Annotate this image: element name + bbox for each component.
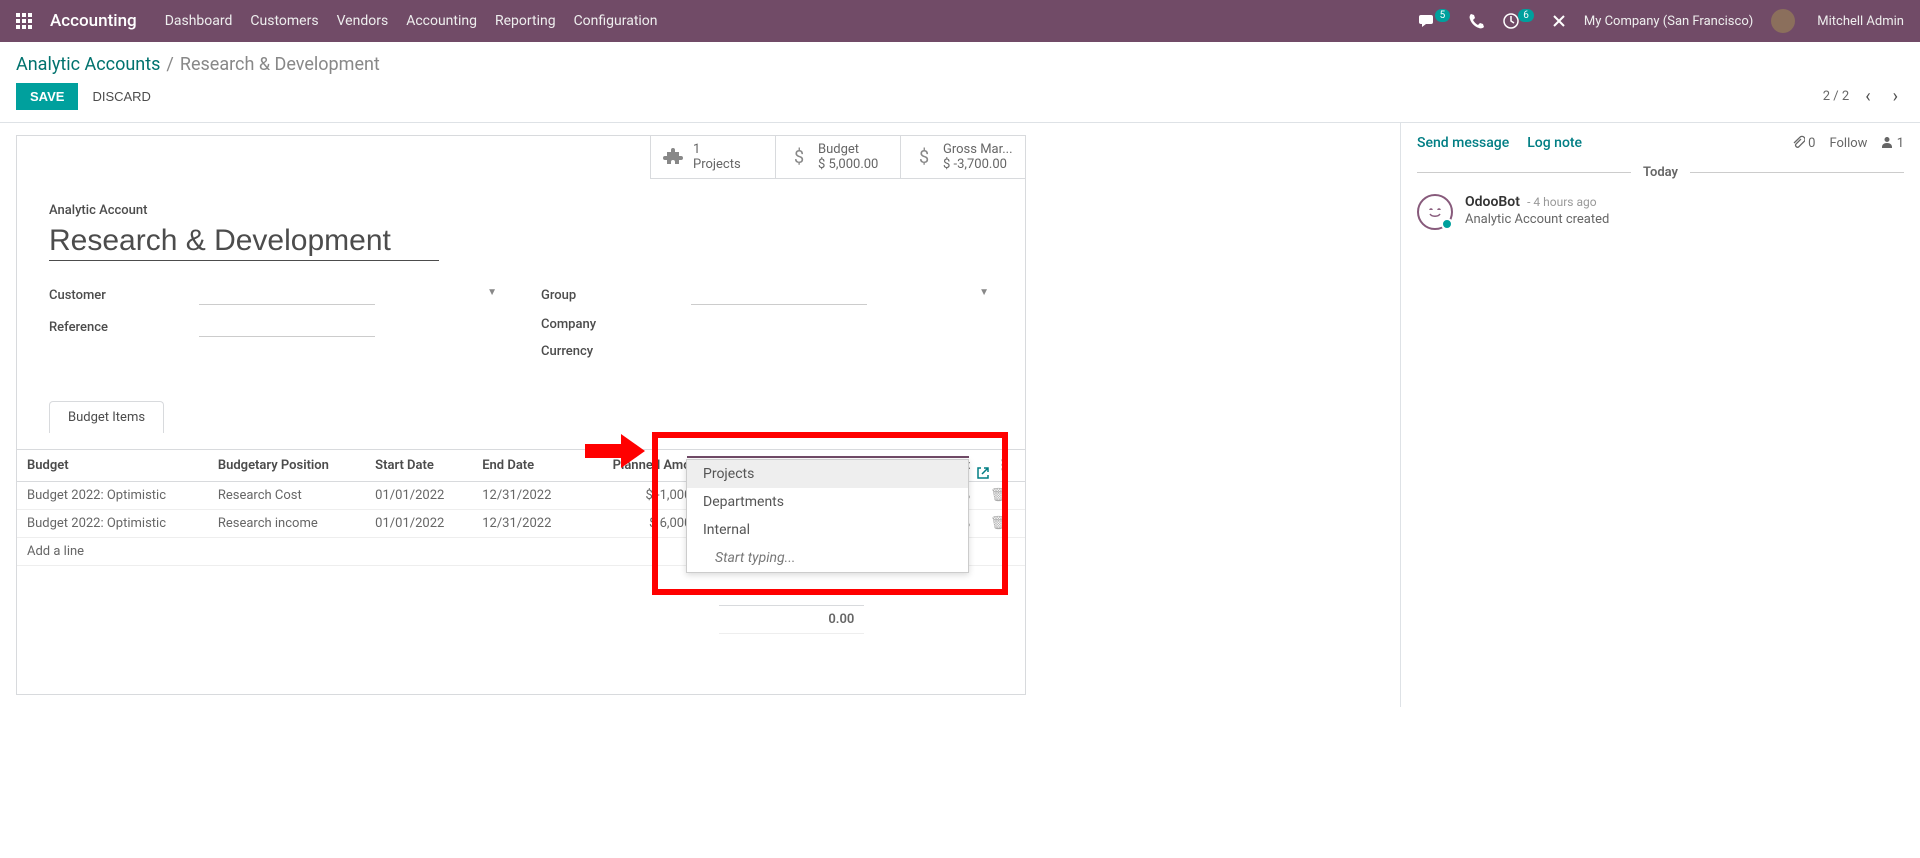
- stat-projects-label: Projects: [693, 157, 741, 172]
- stat-budget-label: Budget: [818, 142, 878, 157]
- attachment-icon[interactable]: 0: [1791, 135, 1816, 151]
- svg-text:$: $: [919, 147, 929, 168]
- follow-button[interactable]: Follow: [1829, 136, 1867, 151]
- nav-customers[interactable]: Customers: [250, 13, 318, 29]
- title-input[interactable]: [49, 222, 439, 261]
- puzzle-icon: [663, 146, 685, 168]
- breadcrumb-parent[interactable]: Analytic Accounts: [16, 54, 160, 75]
- chatter: Send message Log note 0 Follow 1 Today: [1400, 123, 1920, 707]
- follower-icon[interactable]: 1: [1881, 136, 1904, 151]
- messages-badge: 5: [1435, 9, 1451, 22]
- dropdown-item-projects[interactable]: Projects: [687, 460, 968, 488]
- tab-budget-items[interactable]: Budget Items: [49, 401, 164, 433]
- dollar-icon: $: [913, 146, 935, 168]
- col-position: Budgetary Position: [208, 450, 365, 482]
- title-label: Analytic Account: [49, 203, 993, 218]
- stat-projects[interactable]: 1 Projects: [650, 136, 775, 179]
- bot-avatar-icon: [1417, 194, 1453, 230]
- nav-dashboard[interactable]: Dashboard: [165, 13, 233, 29]
- dropdown-footer: Start typing...: [687, 544, 968, 572]
- stat-margin[interactable]: $ Gross Mar... $ -3,700.00: [900, 136, 1025, 179]
- arrow-icon: [585, 434, 645, 468]
- nav-accounting[interactable]: Accounting: [406, 13, 477, 29]
- chevron-down-icon: ▼: [979, 287, 989, 298]
- stat-budget-value: $ 5,000.00: [818, 157, 878, 172]
- message-author: OdooBot: [1465, 194, 1520, 210]
- breadcrumb-current: Research & Development: [180, 54, 380, 75]
- trash-icon[interactable]: 🗑: [990, 488, 1007, 503]
- close-icon[interactable]: [1552, 14, 1566, 28]
- pager-count: 2 / 2: [1823, 89, 1849, 104]
- stat-budget[interactable]: $ Budget $ 5,000.00: [775, 136, 900, 179]
- topnav: Accounting Dashboard Customers Vendors A…: [0, 0, 1920, 42]
- phone-icon[interactable]: [1468, 13, 1484, 29]
- external-link-icon[interactable]: [976, 466, 990, 480]
- trash-icon[interactable]: 🗑: [990, 516, 1007, 531]
- pager-prev-icon[interactable]: ‹: [1859, 84, 1876, 109]
- nav-reporting[interactable]: Reporting: [495, 13, 556, 29]
- dropdown-item-internal[interactable]: Internal: [687, 516, 968, 544]
- send-message-button[interactable]: Send message: [1417, 135, 1509, 151]
- customer-input[interactable]: [199, 285, 375, 305]
- activity-badge: 6: [1518, 9, 1534, 22]
- dropdown-item-departments[interactable]: Departments: [687, 488, 968, 516]
- chevron-down-icon: ▼: [487, 287, 497, 298]
- total-practical: 0.00: [719, 606, 864, 634]
- company-label: Company: [541, 317, 691, 332]
- message-text: Analytic Account created: [1465, 212, 1609, 227]
- col-start: Start Date: [365, 450, 472, 482]
- save-button[interactable]: SAVE: [16, 83, 78, 110]
- avatar[interactable]: [1771, 9, 1795, 33]
- log-note-button[interactable]: Log note: [1527, 135, 1582, 151]
- activity-icon[interactable]: 6: [1502, 12, 1534, 30]
- form-sheet: 1 Projects $ Budget $ 5,000.00 $: [16, 135, 1026, 695]
- discard-button[interactable]: DISCARD: [78, 83, 165, 110]
- reference-label: Reference: [49, 320, 199, 335]
- group-dropdown: Projects Departments Internal Start typi…: [686, 459, 969, 573]
- reference-input[interactable]: [199, 317, 375, 337]
- app-brand[interactable]: Accounting: [50, 11, 137, 31]
- chatter-message: OdooBot - 4 hours ago Analytic Account c…: [1417, 194, 1904, 230]
- kebab-icon[interactable]: ⋮: [990, 458, 1015, 473]
- messages-icon[interactable]: 5: [1419, 13, 1451, 29]
- currency-label: Currency: [541, 344, 691, 359]
- user-menu[interactable]: Mitchell Admin: [1817, 14, 1904, 29]
- col-budget: Budget: [17, 450, 208, 482]
- action-bar: SAVE DISCARD 2 / 2 ‹ ›: [0, 77, 1920, 123]
- nav-configuration[interactable]: Configuration: [574, 13, 658, 29]
- group-label: Group: [541, 288, 691, 303]
- stat-margin-label: Gross Mar...: [943, 142, 1013, 157]
- svg-text:$: $: [794, 147, 804, 168]
- nav-vendors[interactable]: Vendors: [337, 13, 389, 29]
- chatter-date: Today: [1631, 165, 1690, 180]
- message-time: - 4 hours ago: [1527, 195, 1596, 209]
- group-input[interactable]: [691, 285, 867, 305]
- apps-icon[interactable]: [16, 13, 32, 29]
- company-switcher[interactable]: My Company (San Francisco): [1584, 14, 1753, 29]
- dollar-icon: $: [788, 146, 810, 168]
- customer-label: Customer: [49, 288, 199, 303]
- stat-margin-value: $ -3,700.00: [943, 157, 1013, 172]
- col-end: End Date: [472, 450, 579, 482]
- stat-projects-count: 1: [693, 142, 741, 157]
- pager-next-icon[interactable]: ›: [1887, 84, 1904, 109]
- breadcrumb: Analytic Accounts / Research & Developme…: [0, 42, 1920, 77]
